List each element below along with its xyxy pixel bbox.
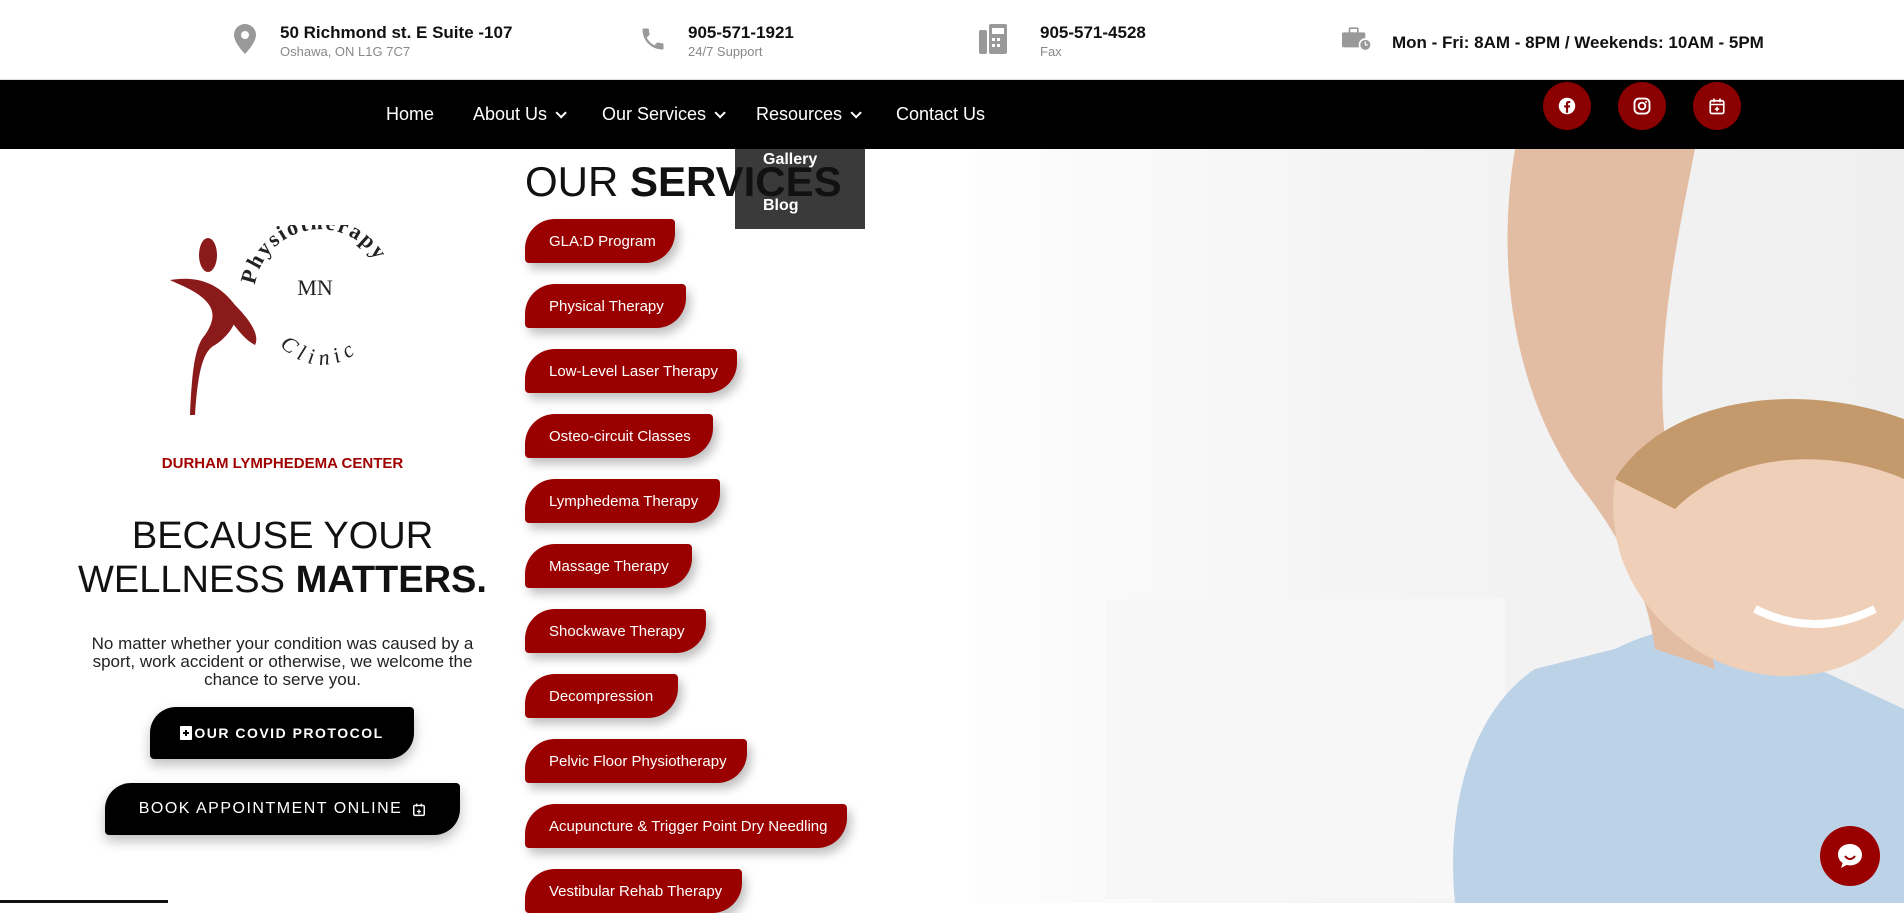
service-vestibular-rehab[interactable]: Vestibular Rehab Therapy [525,869,742,913]
service-lymphedema-therapy[interactable]: Lymphedema Therapy [525,479,720,523]
chat-bubble-icon [1838,844,1862,868]
tagline-line2: WELLNESS MATTERS. [0,559,565,602]
book-appointment-button[interactable]: BOOK APPOINTMENT ONLINE [105,783,460,835]
nav-contact[interactable]: Contact Us [896,80,985,149]
chevron-down-icon [714,106,726,119]
map-pin-icon [230,22,260,56]
services-title-bold: SERVICES [630,158,842,205]
center-name: DURHAM LYMPHEDEMA CENTER [161,455,404,472]
chevron-down-icon [555,106,567,119]
clinic-logo: MN Physiotherapy Clinic [160,209,410,425]
nav-home-label: Home [386,104,435,124]
service-acupuncture[interactable]: Acupuncture & Trigger Point Dry Needling [525,804,847,848]
chat-button[interactable] [1820,826,1880,886]
hero-photo [975,149,1904,903]
service-glad-program[interactable]: GLA:D Program [525,219,675,263]
nav-resources-label: Resources [756,104,843,124]
phone-info: 905-571-1921 24/7 Support [638,22,794,60]
book-button-label: BOOK APPOINTMENT ONLINE [138,800,403,817]
tagline-light: WELLNESS [78,559,296,601]
nav-about-label: About Us [473,104,548,124]
address-line: 50 Richmond st. E Suite -107 [280,23,513,42]
service-shockwave-therapy[interactable]: Shockwave Therapy [525,609,706,653]
phone-label: 24/7 Support [688,44,763,59]
fax-icon [978,22,1008,56]
facebook-button[interactable] [1543,82,1591,130]
briefcase-clock-icon [1342,22,1372,56]
services-title-light: OUR [525,158,630,205]
medical-file-icon [180,726,193,740]
address-info: 50 Richmond st. E Suite -107 Oshawa, ON … [230,22,512,60]
service-osteo-circuit[interactable]: Osteo-circuit Classes [525,414,713,458]
nav-home[interactable]: Home [386,80,434,149]
nav-resources[interactable]: Resources [756,80,862,149]
service-massage-therapy[interactable]: Massage Therapy [525,544,692,588]
chevron-down-icon [850,106,862,119]
nav-contact-label: Contact Us [896,104,986,124]
fax-label: Fax [1040,44,1062,59]
logo-mn-text: MN [297,275,333,300]
hours-info: Mon - Fri: 8AM - 8PM / Weekends: 10AM - … [1342,22,1764,56]
fax-number: 905-571-4528 [1040,23,1146,42]
svg-text:Clinic: Clinic [276,330,363,370]
instagram-icon [1633,97,1651,115]
phone-icon [638,22,668,56]
tagline-bold: MATTERS. [295,559,487,601]
instagram-button[interactable] [1618,82,1666,130]
top-info-bar: 50 Richmond st. E Suite -107 Oshawa, ON … [0,0,1904,80]
service-decompression[interactable]: Decompression [525,674,678,718]
main-nav: Home About Us Our Services Resources Con… [0,80,1904,149]
business-hours: Mon - Fri: 8AM - 8PM / Weekends: 10AM - … [1392,33,1764,52]
service-laser-therapy[interactable]: Low-Level Laser Therapy [525,349,737,393]
phone-number[interactable]: 905-571-1921 [688,22,794,44]
calendar-button[interactable] [1693,82,1741,130]
nav-about[interactable]: About Us [473,80,567,149]
address-city: Oshawa, ON L1G 7C7 [280,44,411,59]
facebook-icon [1558,97,1576,115]
calendar-icon [1709,98,1725,115]
nav-services-label: Our Services [602,104,707,124]
fax-info: 905-571-4528 Fax [978,22,1146,60]
tagline-line1: BECAUSE YOUR [131,515,434,557]
services-title: OUR SERVICES [525,158,842,206]
covid-protocol-button[interactable]: OUR COVID PROTOCOL [150,707,414,759]
hero-description: No matter whether your condition was cau… [91,634,474,689]
nav-services[interactable]: Our Services [602,80,726,149]
covid-button-label: OUR COVID PROTOCOL [194,725,384,741]
calendar-plus-icon [413,803,426,816]
service-physical-therapy[interactable]: Physical Therapy [525,284,686,328]
logo-clinic-text: Clinic [276,330,357,370]
service-pelvic-floor[interactable]: Pelvic Floor Physiotherapy [525,739,747,783]
